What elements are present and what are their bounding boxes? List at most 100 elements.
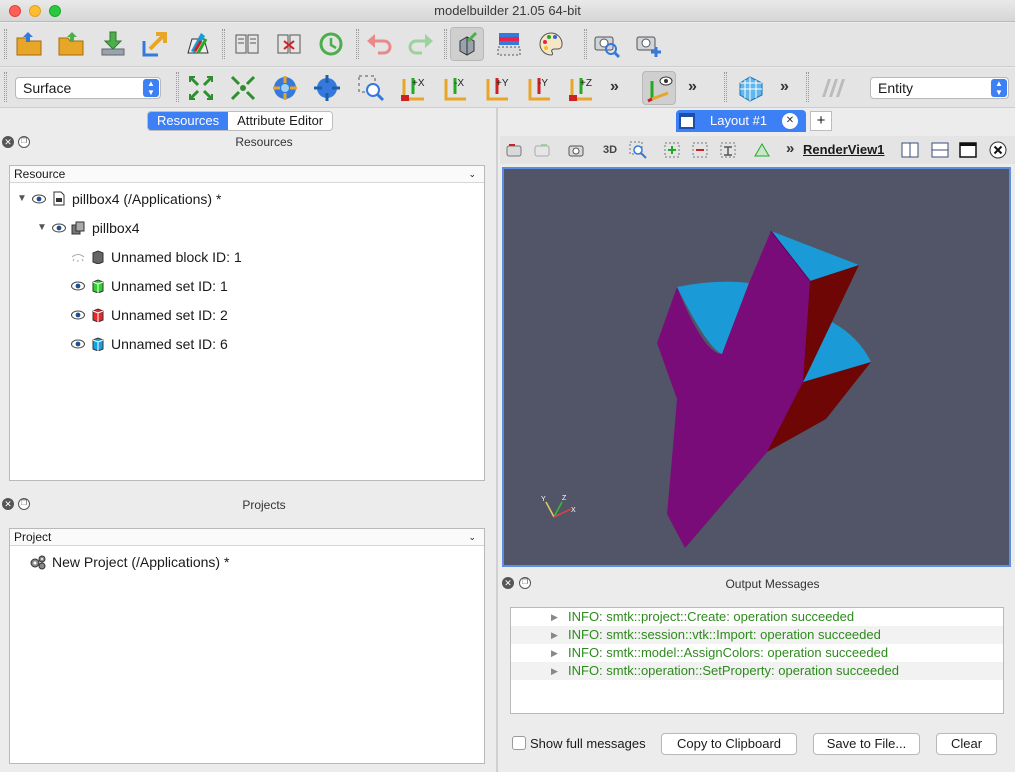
show-full-messages-checkbox[interactable] <box>512 736 526 750</box>
toolbar-handle[interactable] <box>4 72 7 102</box>
refresh-icon[interactable] <box>314 27 348 61</box>
minimize-window-button[interactable] <box>29 5 41 17</box>
clear-button[interactable]: Clear <box>936 733 997 755</box>
undo-camera-icon[interactable] <box>504 140 524 160</box>
more-chevron-icon[interactable]: » <box>688 78 697 96</box>
tree-item-model[interactable]: ▼ pillbox4 <box>37 213 139 242</box>
save-screenshot-icon[interactable] <box>632 27 666 61</box>
render-view-label[interactable]: RenderView1 <box>803 142 884 157</box>
split-view-icon[interactable] <box>230 27 264 61</box>
toolbar-handle[interactable] <box>724 72 727 102</box>
view-minus-x-icon[interactable]: -X <box>438 71 472 105</box>
import-icon[interactable] <box>96 27 130 61</box>
panel-splitter[interactable] <box>496 108 498 772</box>
more-chevron-icon[interactable]: » <box>610 78 619 96</box>
grid-cube-icon[interactable] <box>734 71 768 105</box>
close-dock-icon[interactable]: ✕ <box>2 498 14 510</box>
close-window-button[interactable] <box>9 5 21 17</box>
select-subtract-icon[interactable] <box>690 140 710 160</box>
tree-item-set-6[interactable]: Unnamed set ID: 6 <box>68 329 228 358</box>
resource-column-header[interactable]: Resource ⌄ <box>10 166 484 183</box>
redo-camera-icon[interactable] <box>532 140 552 160</box>
chevron-down-icon[interactable]: ⌄ <box>468 166 476 183</box>
copy-to-clipboard-button[interactable]: Copy to Clipboard <box>661 733 797 755</box>
expand-triangle-icon[interactable]: ▶ <box>551 644 558 662</box>
tree-item-set-1[interactable]: Unnamed set ID: 1 <box>68 271 228 300</box>
open-resource-icon[interactable] <box>54 27 88 61</box>
zoom-closest-icon[interactable] <box>310 71 344 105</box>
toolbar-handle[interactable] <box>584 29 587 59</box>
palette-icon[interactable] <box>534 27 568 61</box>
render-viewport[interactable]: Y Z X <box>502 167 1011 567</box>
select-toggle-icon[interactable] <box>718 140 738 160</box>
float-dock-icon[interactable]: ❐ <box>18 136 30 148</box>
toolbar-handle[interactable] <box>356 29 359 59</box>
close-dock-icon[interactable]: ✕ <box>2 136 14 148</box>
view-plus-z-icon[interactable]: +Z <box>564 71 598 105</box>
output-message[interactable]: ▶ INFO: smtk::session::vtk::Import: oper… <box>511 626 1003 644</box>
output-messages-list[interactable]: ▶ INFO: smtk::project::Create: operation… <box>510 607 1004 714</box>
maximize-view-icon[interactable] <box>958 140 978 160</box>
tree-item-resource[interactable]: ▼ pillbox4 (/Applications) * <box>17 184 221 213</box>
split-vertical-icon[interactable] <box>930 140 950 160</box>
expand-triangle-icon[interactable]: ▶ <box>551 662 558 680</box>
toggle-3d-button[interactable]: 3D <box>600 140 620 160</box>
select-add-icon[interactable] <box>662 140 682 160</box>
add-tab-button[interactable]: + <box>810 111 832 131</box>
expand-triangle-icon[interactable]: ▶ <box>551 626 558 644</box>
close-tab-icon[interactable]: ✕ <box>782 113 798 129</box>
project-column-header[interactable]: Project ⌄ <box>10 529 484 546</box>
chevron-down-icon[interactable]: ⌄ <box>468 529 476 546</box>
entity-select[interactable]: Entity ▲ ▼ <box>870 77 1009 99</box>
visibility-eye-icon[interactable] <box>29 194 49 204</box>
view-minus-y-icon[interactable]: -Y <box>522 71 556 105</box>
view-plus-y-icon[interactable]: +Y <box>480 71 514 105</box>
save-to-file-button[interactable]: Save to File... <box>813 733 920 755</box>
close-dock-icon[interactable]: ✕ <box>502 577 514 589</box>
output-message[interactable]: ▶ INFO: smtk::model::AssignColors: opera… <box>511 644 1003 662</box>
undo-icon[interactable] <box>362 27 396 61</box>
expand-triangle-icon[interactable]: ▼ <box>37 222 49 233</box>
visibility-eye-icon[interactable] <box>68 310 88 320</box>
split-horizontal-icon[interactable] <box>900 140 920 160</box>
more-chevron-icon[interactable]: » <box>780 78 789 96</box>
toolbar-handle[interactable] <box>444 29 447 59</box>
open-folder-icon[interactable] <box>12 27 46 61</box>
capture-screenshot-icon[interactable] <box>590 27 624 61</box>
edit-attributes-icon[interactable] <box>180 27 214 61</box>
close-view-icon[interactable] <box>988 140 1008 160</box>
reset-camera-icon[interactable] <box>184 71 218 105</box>
camera-icon[interactable] <box>566 140 586 160</box>
tree-item-block[interactable]: Unnamed block ID: 1 <box>68 242 242 271</box>
float-dock-icon[interactable]: ❐ <box>18 498 30 510</box>
output-message[interactable]: ▶ INFO: smtk::operation::SetProperty: op… <box>511 662 1003 680</box>
toolbar-handle[interactable] <box>4 29 7 59</box>
redo-icon[interactable] <box>404 27 438 61</box>
visibility-eye-icon[interactable] <box>49 223 69 233</box>
representation-select[interactable]: Surface ▲ ▼ <box>15 77 161 99</box>
expand-triangle-icon[interactable]: ▼ <box>17 193 29 204</box>
show-object-icon[interactable] <box>450 27 484 61</box>
zoom-window-button[interactable] <box>49 5 61 17</box>
zoom-to-box-icon[interactable] <box>354 71 388 105</box>
tab-layout-1[interactable]: Layout #1 ✕ <box>676 110 806 132</box>
toggle-orientation-axes-icon[interactable] <box>642 71 676 105</box>
hidden-eye-icon[interactable] <box>68 252 88 262</box>
toolbar-handle[interactable] <box>806 72 809 102</box>
merge-view-icon[interactable] <box>272 27 306 61</box>
tree-item-set-2[interactable]: Unnamed set ID: 2 <box>68 300 228 329</box>
more-chevron-icon[interactable]: » <box>786 140 794 157</box>
toolbar-handle[interactable] <box>176 72 179 102</box>
visibility-eye-icon[interactable] <box>68 339 88 349</box>
output-message[interactable]: ▶ INFO: smtk::project::Create: operation… <box>511 608 1003 626</box>
select-visible-icon[interactable] <box>752 140 772 160</box>
export-icon[interactable] <box>138 27 172 61</box>
tab-attribute-editor[interactable]: Attribute Editor <box>228 112 333 130</box>
toolbar-handle[interactable] <box>222 29 225 59</box>
reset-closest-icon[interactable] <box>226 71 260 105</box>
view-plus-x-icon[interactable]: +X <box>396 71 430 105</box>
color-map-editor-icon[interactable] <box>492 27 526 61</box>
zoom-box-icon[interactable] <box>628 140 648 160</box>
tab-resources[interactable]: Resources <box>148 112 229 130</box>
zoom-to-data-icon[interactable] <box>268 71 302 105</box>
